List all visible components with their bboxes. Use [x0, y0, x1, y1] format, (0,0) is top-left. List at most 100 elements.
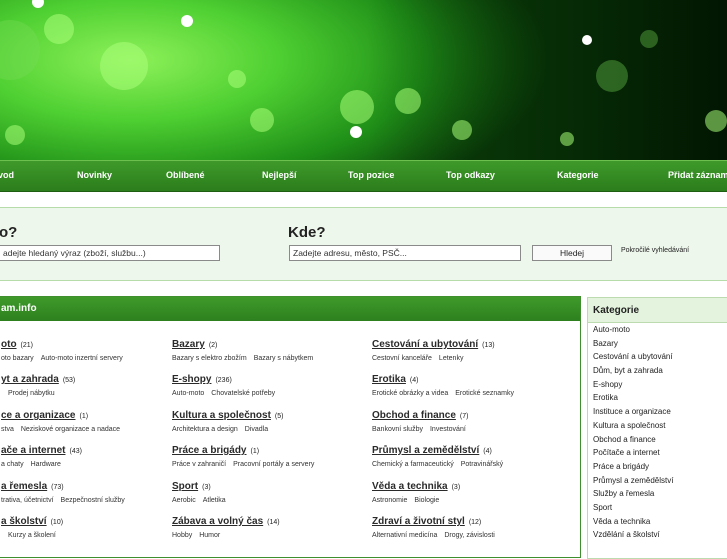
- subcategory-link[interactable]: Bazary s nábytkem: [254, 355, 314, 362]
- category-count: (3): [451, 484, 461, 491]
- subcategory-link[interactable]: Erotické seznamky: [455, 390, 514, 397]
- subcategory-link[interactable]: Divadla: [245, 426, 268, 433]
- category-link[interactable]: Věda a technika: [372, 481, 448, 492]
- category-count: (4): [483, 448, 492, 455]
- subcategory-link[interactable]: Neziskové organizace a nadace: [21, 426, 120, 433]
- category-link[interactable]: a řemesla: [1, 481, 47, 492]
- subcategory-link[interactable]: Investování: [430, 426, 466, 433]
- subcategory-link[interactable]: Drogy, závislosti: [444, 532, 494, 539]
- search-button[interactable]: Hledej: [532, 245, 612, 261]
- category-item: a školství (10) Kurzy a školení: [1, 511, 63, 539]
- nav-best[interactable]: Nejlepší: [262, 170, 297, 180]
- category-link[interactable]: Sport: [172, 481, 198, 492]
- subcategory-link[interactable]: a chaty: [1, 461, 24, 468]
- sidebar-item[interactable]: Průmysl a zemědělství: [593, 474, 727, 488]
- subcategory-link[interactable]: Kurzy a školení: [8, 532, 56, 539]
- subcategory-link[interactable]: Atletika: [203, 497, 226, 504]
- sidebar-list: Auto-moto Bazary Cestování a ubytování D…: [588, 323, 727, 542]
- sidebar-item[interactable]: Služby a řemesla: [593, 487, 727, 501]
- subcategory-link[interactable]: Architektura a design: [172, 426, 238, 433]
- category-item: Sport (3) Aerobic Atletika: [172, 476, 233, 504]
- subcategory-link[interactable]: trativa, účetnictví: [1, 497, 54, 504]
- subcategory-link[interactable]: Hardware: [31, 461, 61, 468]
- search-where-input[interactable]: Zadejte adresu, město, PSČ...: [289, 245, 521, 261]
- category-link[interactable]: yt a zahrada: [1, 374, 59, 385]
- subcategory-link[interactable]: Letenky: [439, 355, 464, 362]
- sidebar-item[interactable]: Cestování a ubytování: [593, 350, 727, 364]
- category-link[interactable]: Průmysl a zemědělství: [372, 445, 479, 456]
- category-item: yt a zahrada (53) Prodej nábytku: [1, 369, 75, 397]
- category-link[interactable]: Cestování a ubytování: [372, 339, 478, 350]
- category-item: oto (21) oto bazary Auto-moto inzertní ser…: [1, 334, 130, 362]
- nav-top-positions[interactable]: Top pozice: [348, 170, 394, 180]
- subcategory-link[interactable]: Humor: [199, 532, 220, 539]
- category-count: (43): [69, 448, 82, 455]
- category-link[interactable]: Bazary: [172, 339, 205, 350]
- subcategory-link[interactable]: Biologie: [414, 497, 439, 504]
- subcategory-link[interactable]: Bankovní služby: [372, 426, 423, 433]
- category-link[interactable]: Obchod a finance: [372, 410, 456, 421]
- category-count: (3): [202, 484, 211, 491]
- category-link[interactable]: ce a organizace: [1, 410, 75, 421]
- nav-add-entry[interactable]: Přidat záznam: [668, 170, 727, 180]
- subcategory-link[interactable]: oto bazary: [1, 355, 34, 362]
- category-item: Erotika (4) Erotické obrázky a videa Eroti…: [372, 369, 521, 397]
- category-link[interactable]: oto: [1, 339, 17, 350]
- subcategory-link[interactable]: Prodej nábytku: [8, 390, 55, 397]
- category-item: ce a organizace (1) stva Neziskové organiz…: [1, 405, 127, 433]
- sidebar-item[interactable]: Auto-moto: [593, 323, 727, 337]
- sidebar-item[interactable]: E-shopy: [593, 378, 727, 392]
- nav-home[interactable]: vod: [0, 170, 14, 180]
- nav-favorites[interactable]: Oblíbené: [166, 170, 205, 180]
- category-count: (10): [50, 519, 64, 526]
- sidebar-item[interactable]: Práce a brigády: [593, 460, 727, 474]
- subcategory-link[interactable]: Práce v zahraničí: [172, 461, 226, 468]
- subcategory-link[interactable]: Astronomie: [372, 497, 407, 504]
- sidebar-item[interactable]: Bazary: [593, 337, 727, 351]
- category-link[interactable]: Práce a brigády: [172, 445, 246, 456]
- category-count: (4): [409, 377, 419, 384]
- sidebar-item[interactable]: Erotika: [593, 391, 727, 405]
- subcategory-link[interactable]: Hobby: [172, 532, 192, 539]
- nav-top-links[interactable]: Top odkazy: [446, 170, 495, 180]
- subcategory-link[interactable]: Alternativní medicína: [372, 532, 437, 539]
- sidebar-item[interactable]: Sport: [593, 501, 727, 515]
- subcategory-link[interactable]: Auto-moto: [172, 390, 204, 397]
- advanced-search-link[interactable]: Pokročilé vyhledávání: [621, 247, 689, 254]
- main-navigation: vod Novinky Oblíbené Nejlepší Top pozice…: [0, 160, 727, 192]
- sidebar-item[interactable]: Obchod a finance: [593, 433, 727, 447]
- subcategory-link[interactable]: stva: [1, 426, 14, 433]
- subcategory-link[interactable]: Bezpečnostní služby: [61, 497, 125, 504]
- category-item: Kultura a společnost (5) Architektura a d…: [172, 405, 283, 433]
- sidebar-item[interactable]: Věda a technika: [593, 515, 727, 529]
- category-count: (1): [79, 413, 89, 420]
- nav-categories[interactable]: Kategorie: [557, 170, 599, 180]
- subcategory-link[interactable]: Auto-moto inzertní servery: [41, 355, 123, 362]
- category-item: Zdraví a životní styl (12) Alternativní m…: [372, 511, 502, 539]
- subcategory-link[interactable]: Potravinářský: [461, 461, 503, 468]
- sidebar-item[interactable]: Počítače a internet: [593, 446, 727, 460]
- nav-news[interactable]: Novinky: [77, 170, 112, 180]
- category-link[interactable]: Zábava a volný čas: [172, 516, 263, 527]
- sidebar-item[interactable]: Vzdělání a školství: [593, 528, 727, 542]
- category-link[interactable]: ače a internet: [1, 445, 65, 456]
- sidebar-item[interactable]: Kultura a společnost: [593, 419, 727, 433]
- category-link[interactable]: Zdraví a životní styl: [372, 516, 465, 527]
- subcategory-link[interactable]: Pracovní portály a servery: [233, 461, 314, 468]
- subcategory-link[interactable]: Bazary s elektro zbožím: [172, 355, 247, 362]
- category-link[interactable]: E-shopy: [172, 374, 211, 385]
- search-what-input[interactable]: adejte hledaný výraz (zboží, službu...): [0, 245, 220, 261]
- sidebar-item[interactable]: Instituce a organizace: [593, 405, 727, 419]
- subcategory-link[interactable]: Erotické obrázky a videa: [372, 390, 448, 397]
- category-link[interactable]: Erotika: [372, 374, 406, 385]
- category-count: (14): [267, 519, 280, 526]
- subcategory-link[interactable]: Chemický a farmaceutický: [372, 461, 454, 468]
- subcategory-link[interactable]: Cestovní kanceláře: [372, 355, 432, 362]
- search-what-label: o?: [0, 224, 18, 241]
- category-item: Průmysl a zemědělství (4) Chemický a farm…: [372, 440, 510, 468]
- sidebar-item[interactable]: Dům, byt a zahrada: [593, 364, 727, 378]
- subcategory-link[interactable]: Aerobic: [172, 497, 196, 504]
- category-link[interactable]: Kultura a společnost: [172, 410, 271, 421]
- subcategory-link[interactable]: Chovatelské potřeby: [211, 390, 275, 397]
- category-link[interactable]: a školství: [1, 516, 47, 527]
